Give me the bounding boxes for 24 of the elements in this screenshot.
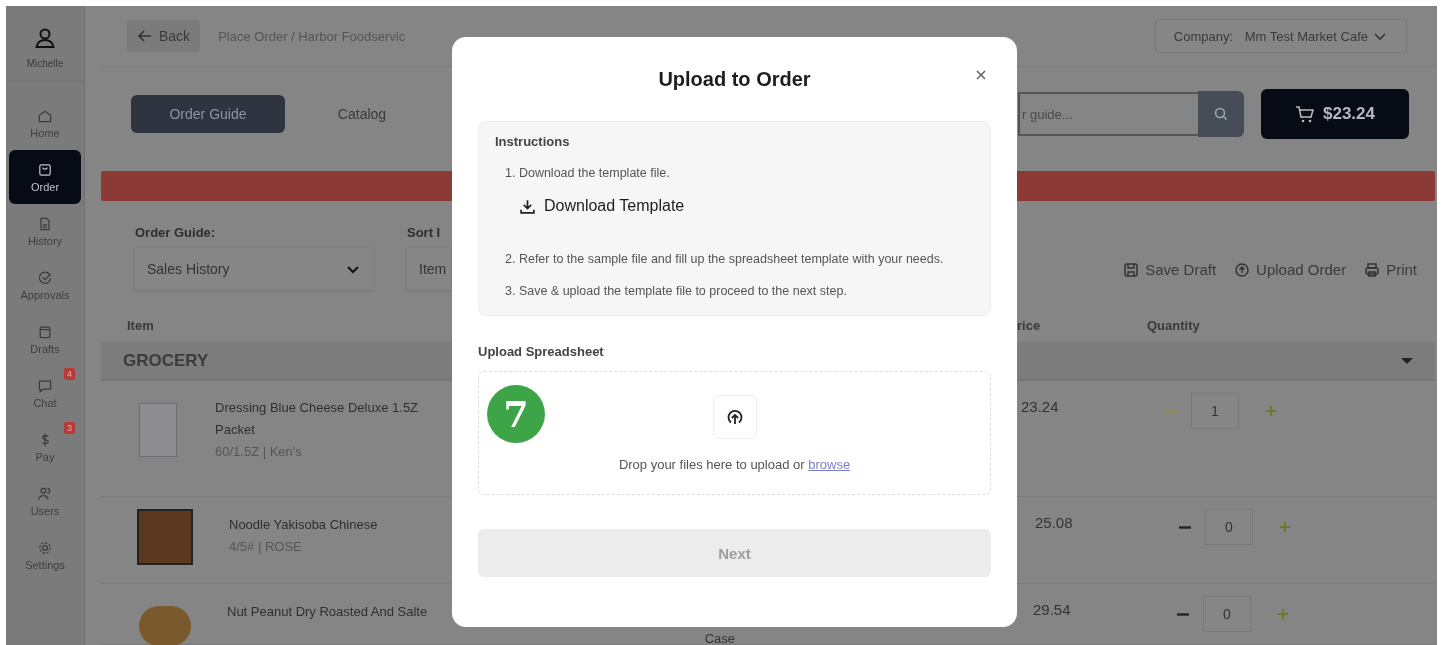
price-text: 25.08 xyxy=(1035,514,1074,531)
column-header: rice xyxy=(1017,317,1042,333)
count-badge: 3 xyxy=(64,422,75,434)
instruction-step: 3. Save & upload the template file to proceed to the next step. xyxy=(505,281,974,301)
product-name: Dressing Blue Cheese Deluxe 1.5Z Packet xyxy=(215,399,420,439)
price-text: 23.24 xyxy=(1021,398,1060,415)
column-header: Item xyxy=(127,317,155,333)
step-number-badge: 7 xyxy=(487,385,545,443)
dropzone-text: Drop your files here to upload or browse xyxy=(618,456,851,472)
user-name: Michelle xyxy=(26,58,64,69)
count-badge: 4 xyxy=(64,368,75,380)
section-label: Upload Spreadsheet xyxy=(478,344,605,359)
price-text: 29.54 xyxy=(1033,601,1072,618)
category-name: GROCERY xyxy=(123,350,209,371)
instructions-title: Instructions xyxy=(495,134,571,149)
dialog-title: Upload to Order xyxy=(658,67,811,91)
column-header: Quantity xyxy=(1147,317,1200,333)
instruction-step: 2. Refer to the sample file and fill up the spreadsheet template with your needs. xyxy=(505,249,974,269)
filter-label: Order Guide: xyxy=(135,225,217,240)
product-name: Nut Peanut Dry Roasted And Salte xyxy=(227,603,429,621)
filter-label: Sort I xyxy=(407,225,442,240)
unit-label: Case xyxy=(704,631,735,645)
product-name: Noodle Yakisoba Chinese xyxy=(229,516,379,534)
instruction-step: 1. Download the template file. xyxy=(505,163,974,183)
